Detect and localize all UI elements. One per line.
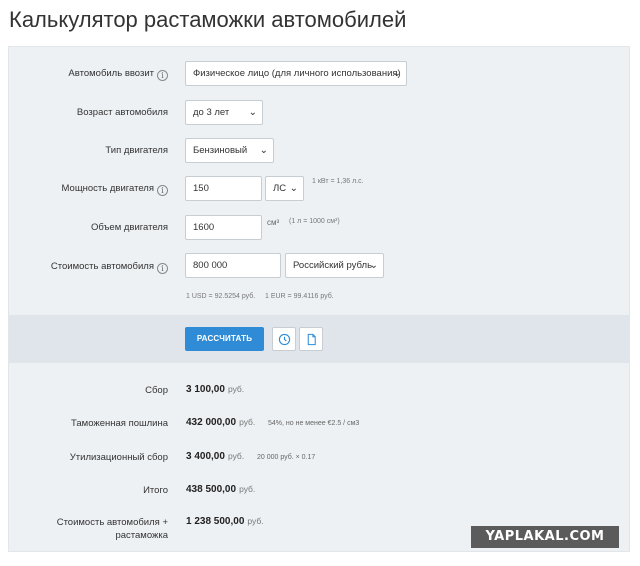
clock-icon — [278, 333, 291, 346]
chevron-down-icon: ⌄ — [259, 145, 268, 156]
result-label: Стоимость автомобиля + растаможка — [56, 517, 168, 541]
result-amount: 3 100,00 — [186, 384, 225, 395]
power-input[interactable]: 150 — [185, 176, 262, 201]
chevron-down-icon: ⌄ — [369, 260, 378, 271]
result-label: Итого — [143, 485, 168, 496]
recycling-note: 20 000 руб. × 0.17 — [257, 454, 316, 461]
calculate-button[interactable]: РАССЧИТАТЬ — [185, 327, 264, 351]
age-select[interactable]: до 3 лет ⌄ — [185, 100, 263, 125]
chevron-down-icon: ⌄ — [289, 183, 298, 194]
volume-label: Объем двигателя — [90, 222, 168, 233]
importer-select-value: Физическое лицо (для личного использован… — [193, 68, 401, 79]
price-input[interactable]: 800 000 — [185, 253, 281, 278]
currency-label: руб. — [239, 484, 256, 494]
engine-type-label: Тип двигателя — [105, 145, 168, 156]
power-label-text: Мощность двигателя — [61, 183, 154, 194]
chevron-down-icon: ⌄ — [392, 68, 401, 79]
power-label: Мощность двигателя i — [18, 183, 168, 196]
volume-hint: (1 л = 1000 см³) — [289, 218, 340, 225]
watermark: YAPLAKAL.COM — [471, 526, 619, 548]
result-amount: 432 000,00 — [186, 417, 237, 428]
info-icon[interactable]: i — [157, 185, 168, 196]
eur-rate: 1 EUR = 99.4116 руб. — [265, 293, 334, 300]
usd-rate: 1 USD = 92.5254 руб. — [186, 293, 256, 300]
importer-select[interactable]: Физическое лицо (для личного использован… — [185, 61, 407, 86]
engine-type-select-value: Бензиновый — [193, 145, 248, 156]
result-value: 3 400,00 руб. — [186, 451, 244, 462]
result-label: Таможенная пошлина — [71, 418, 168, 429]
power-unit-value: ЛС — [273, 183, 287, 194]
volume-input[interactable]: 1600 — [185, 215, 262, 240]
result-value: 432 000,00 руб. — [186, 417, 255, 428]
price-label-text: Стоимость автомобиля — [50, 261, 154, 272]
volume-unit: см³ — [267, 218, 280, 227]
chevron-down-icon: ⌄ — [248, 107, 257, 118]
importer-label-text: Автомобиль ввозит — [68, 68, 154, 79]
duty-note: 54%, но не менее €2.5 / см3 — [268, 420, 360, 427]
document-button[interactable] — [299, 327, 323, 351]
currency-select[interactable]: Российский рубль ⌄ — [285, 253, 384, 278]
page-title: Калькулятор растаможки автомобилей — [9, 7, 407, 32]
engine-type-select[interactable]: Бензиновый ⌄ — [185, 138, 274, 163]
info-icon[interactable]: i — [157, 263, 168, 274]
age-select-value: до 3 лет — [193, 107, 230, 118]
result-amount: 1 238 500,00 — [186, 516, 245, 527]
currency-select-value: Российский рубль — [293, 260, 373, 271]
history-button[interactable] — [272, 327, 296, 351]
currency-label: руб. — [227, 451, 245, 461]
result-value: 438 500,00 руб. — [186, 484, 255, 495]
info-icon[interactable]: i — [157, 70, 168, 81]
result-amount: 438 500,00 — [186, 484, 237, 495]
result-value: 3 100,00 руб. — [186, 384, 244, 395]
currency-label: руб. — [227, 384, 245, 394]
footer-strip — [170, 558, 630, 566]
currency-label: руб. — [239, 417, 256, 427]
price-label: Стоимость автомобиля i — [18, 261, 168, 274]
result-label: Утилизационный сбор — [69, 452, 168, 463]
power-hint: 1 кВт = 1,36 л.с. — [312, 178, 364, 185]
currency-label: руб. — [247, 516, 264, 526]
result-label: Сбор — [145, 385, 168, 396]
age-label: Возраст автомобиля — [76, 107, 168, 118]
importer-label: Автомобиль ввозит i — [18, 68, 168, 81]
power-unit-select[interactable]: ЛС ⌄ — [265, 176, 304, 201]
result-amount: 3 400,00 — [186, 451, 225, 462]
document-icon — [307, 333, 316, 346]
result-value: 1 238 500,00 руб. — [186, 516, 264, 527]
